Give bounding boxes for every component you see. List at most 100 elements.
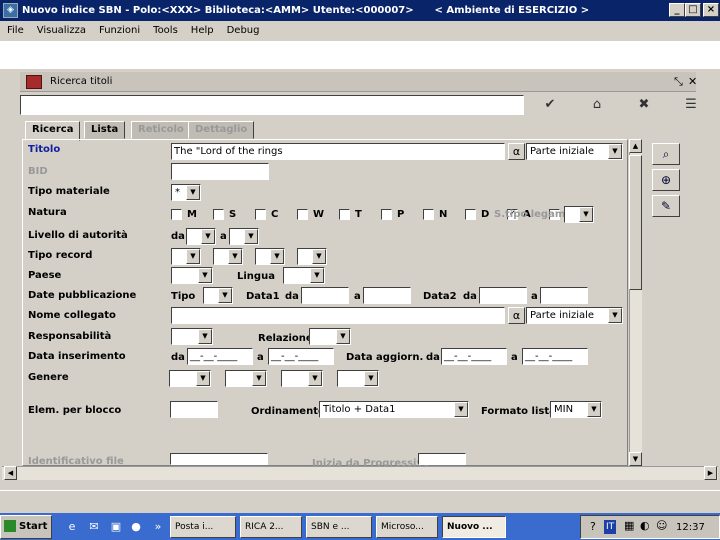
scroll-right-icon[interactable]: ▶ bbox=[704, 466, 717, 480]
taskbar-item-rica[interactable]: RICA 2... bbox=[240, 516, 302, 538]
label-formato-lista: Formato lista bbox=[481, 406, 556, 417]
natura-checkbox-n[interactable] bbox=[423, 209, 434, 220]
taskbar-item-nuovo[interactable]: Nuovo ... bbox=[442, 516, 506, 538]
menu-tools[interactable]: Tools bbox=[146, 21, 184, 41]
data1-a-input[interactable] bbox=[363, 287, 411, 304]
label-tipo-record: Tipo record bbox=[28, 250, 93, 261]
natura-checkbox-c[interactable] bbox=[255, 209, 266, 220]
maximize-button[interactable]: □ bbox=[685, 3, 701, 17]
menu-funzioni[interactable]: Funzioni bbox=[92, 21, 146, 41]
data-aggiorn-da-input[interactable]: __-__-____ bbox=[441, 348, 507, 365]
taskbar-item-posta[interactable]: Posta i... bbox=[170, 516, 236, 538]
tray-app-icon[interactable]: ☺ bbox=[656, 519, 667, 532]
alpha-button[interactable]: α bbox=[508, 143, 525, 160]
help-icon[interactable]: ? bbox=[590, 520, 596, 533]
menu-help[interactable]: Help bbox=[184, 21, 220, 41]
tab-lista[interactable]: Lista bbox=[84, 121, 126, 139]
titolo-input[interactable]: The "Lord of the rings bbox=[171, 143, 505, 160]
network-icon[interactable]: ▦ bbox=[624, 519, 634, 532]
label-s-tipo-legame: S.tipo legame bbox=[494, 209, 573, 220]
scroll-up-icon[interactable]: ▲ bbox=[629, 139, 642, 153]
internet-explorer-icon[interactable]: e bbox=[64, 519, 80, 535]
label-titolo: Titolo bbox=[28, 144, 61, 155]
label-bid: BID bbox=[28, 166, 48, 177]
close-icon[interactable]: ✕ bbox=[688, 75, 697, 88]
ordinamento-select[interactable]: Titolo + Data1 ▼ bbox=[319, 401, 469, 418]
label-a: a bbox=[220, 231, 227, 242]
paese-select[interactable]: ▼ bbox=[171, 267, 213, 284]
list-icon[interactable]: ☰ bbox=[676, 94, 706, 116]
tipo-materiale-select[interactable]: * ▼ bbox=[171, 184, 201, 201]
tab-ricerca[interactable]: Ricerca bbox=[25, 121, 81, 141]
command-field[interactable] bbox=[20, 95, 524, 115]
natura-checkbox-s[interactable] bbox=[213, 209, 224, 220]
data-inserimento-a-input[interactable]: __-__-____ bbox=[268, 348, 334, 365]
close-button[interactable]: × bbox=[703, 3, 719, 17]
scroll-down-icon[interactable]: ▼ bbox=[629, 452, 642, 466]
genere-select-4[interactable]: ▼ bbox=[337, 370, 379, 387]
tipo-record-select-1[interactable]: ▼ bbox=[171, 248, 201, 265]
relazione-select[interactable]: ▼ bbox=[309, 328, 351, 345]
tipo-record-select-3[interactable]: ▼ bbox=[255, 248, 285, 265]
bid-input[interactable] bbox=[171, 163, 269, 180]
natura-checkbox-t[interactable] bbox=[339, 209, 350, 220]
vertical-scroll-thumb[interactable] bbox=[629, 155, 642, 290]
home-icon[interactable]: ⌂ bbox=[582, 94, 612, 116]
taskbar-item-microsoft[interactable]: Microso... bbox=[376, 516, 438, 538]
window-title-bar[interactable]: Nuovo indice SBN - Polo:<XXX> Biblioteca… bbox=[0, 0, 720, 21]
s-tipo-legame-select[interactable]: ▼ bbox=[564, 206, 594, 223]
minimize-button[interactable]: _ bbox=[669, 3, 685, 17]
delete-icon[interactable]: ✖ bbox=[629, 94, 659, 116]
genere-select-2[interactable]: ▼ bbox=[225, 370, 267, 387]
tipo-record-select-2[interactable]: ▼ bbox=[213, 248, 243, 265]
horizontal-scrollbar[interactable] bbox=[2, 466, 718, 480]
natura-checkbox-m[interactable] bbox=[171, 209, 182, 220]
tipo-materiale-value: * bbox=[175, 187, 180, 198]
data1-da-input[interactable] bbox=[301, 287, 349, 304]
check-icon[interactable]: ✔ bbox=[535, 94, 565, 116]
nome-collegato-input[interactable] bbox=[171, 307, 505, 324]
quicklaunch-chevron-icon[interactable]: » bbox=[150, 519, 166, 535]
taskbar-item-sbn[interactable]: SBN e ... bbox=[306, 516, 372, 538]
natura-checkbox-d[interactable] bbox=[465, 209, 476, 220]
label-lingua: Lingua bbox=[237, 271, 275, 282]
genere-select-1[interactable]: ▼ bbox=[169, 370, 211, 387]
tipo-record-select-4[interactable]: ▼ bbox=[297, 248, 327, 265]
natura-checkbox-w[interactable] bbox=[297, 209, 308, 220]
menu-visualizza[interactable]: Visualizza bbox=[30, 21, 92, 41]
identificativo-file-input[interactable] bbox=[170, 453, 268, 465]
search-icon[interactable]: ⌕ bbox=[652, 143, 680, 165]
livello-da-select[interactable]: ▼ bbox=[186, 228, 216, 245]
titolo-mode-select[interactable]: Parte iniziale ▼ bbox=[526, 143, 623, 160]
label-data1-a: a bbox=[354, 291, 361, 302]
resize-icon[interactable]: ⤡ bbox=[674, 75, 683, 89]
formato-lista-select[interactable]: MIN ▼ bbox=[550, 401, 602, 418]
elem-per-blocco-input[interactable] bbox=[170, 401, 218, 418]
data-inserimento-da-input[interactable]: __-__-____ bbox=[187, 348, 253, 365]
edit-icon[interactable]: ✎ bbox=[652, 195, 680, 217]
tipo-data-select[interactable]: ▼ bbox=[203, 287, 233, 304]
firefox-icon[interactable]: ● bbox=[128, 519, 144, 535]
inizia-da-progressivo-input[interactable] bbox=[418, 453, 466, 465]
livello-a-select[interactable]: ▼ bbox=[229, 228, 259, 245]
chevron-down-icon: ▼ bbox=[201, 229, 215, 244]
speaker-icon[interactable]: ◐ bbox=[640, 519, 650, 532]
natura-checkbox-p[interactable] bbox=[381, 209, 392, 220]
nome-collegato-mode-select[interactable]: Parte iniziale ▼ bbox=[526, 307, 623, 324]
outlook-icon[interactable]: ✉ bbox=[86, 519, 102, 535]
alpha-button-nome[interactable]: α bbox=[508, 307, 525, 324]
language-indicator[interactable]: IT bbox=[604, 520, 617, 534]
desktop-icon[interactable]: ▣ bbox=[108, 519, 124, 535]
scroll-left-icon[interactable]: ◀ bbox=[4, 466, 17, 480]
genere-select-3[interactable]: ▼ bbox=[281, 370, 323, 387]
menu-file[interactable]: File bbox=[0, 21, 30, 41]
data2-da-input[interactable] bbox=[479, 287, 527, 304]
internal-frame-title-bar[interactable]: Ricerca titoli ⤡ ✕ bbox=[20, 72, 697, 92]
responsabilita-select[interactable]: ▼ bbox=[171, 328, 213, 345]
lingua-select[interactable]: ▼ bbox=[283, 267, 325, 284]
data-aggiorn-a-input[interactable]: __-__-____ bbox=[522, 348, 588, 365]
menu-debug[interactable]: Debug bbox=[220, 21, 266, 41]
search-advanced-icon[interactable]: ⊕ bbox=[652, 169, 680, 191]
chevron-down-icon: ▼ bbox=[308, 371, 322, 386]
data2-a-input[interactable] bbox=[540, 287, 588, 304]
